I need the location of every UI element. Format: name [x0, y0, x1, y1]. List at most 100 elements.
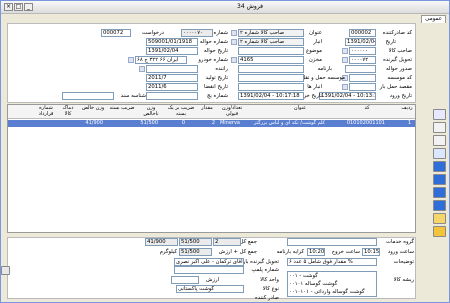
previous-record-icon[interactable] [433, 174, 446, 185]
deliverer-label: صدور حواله [385, 66, 412, 72]
col-header-contract[interactable]: شماره قرارداد [35, 105, 57, 117]
store-field[interactable] [238, 83, 304, 91]
waybill-label: بارنامه [317, 66, 332, 72]
sale-window: × □ _ فروش 34 عمومی کد صادرکننده 000002 … [0, 0, 450, 303]
item-type-field[interactable] [171, 276, 199, 284]
deliverer-field[interactable]: آقای ترکمان - علی اکبر نصری [174, 258, 244, 266]
invoice-label: کرایه بارنامه [276, 249, 304, 255]
desc-field[interactable]: مقدار فوق شامل ۵ عدد ۶ % [287, 258, 377, 266]
cell-count: 2 [211, 120, 215, 126]
col-header-code[interactable]: کد [352, 105, 382, 112]
driver-dropdown-icon[interactable] [139, 66, 145, 72]
company-code-field[interactable] [349, 74, 376, 82]
col-header-count[interactable]: مقدار [198, 105, 216, 112]
warehouse-field[interactable]: صاحب کالا شماره ۲ [238, 38, 304, 46]
tree-item[interactable]: ۰۰۱ - گوشت [289, 272, 375, 280]
col-header-title[interactable]: عنوان [280, 105, 320, 112]
vessel-field[interactable] [174, 266, 244, 274]
header-title-dropdown-icon[interactable] [231, 30, 237, 36]
print-icon[interactable] [433, 213, 446, 224]
title-bar: × □ _ فروش 34 [1, 1, 449, 14]
doc-code-label: کد صادرکننده [382, 30, 412, 36]
col-header-temp[interactable]: دماک کالا [59, 105, 77, 117]
company-field[interactable] [238, 74, 304, 82]
window-title: فروش 34 [237, 3, 263, 10]
dest-field[interactable] [349, 83, 376, 91]
col-header-pack[interactable]: ضریب بسته [109, 105, 135, 112]
col-header-row[interactable]: ردیف [401, 105, 413, 112]
customer-field[interactable]: ۰۰۰۰۰۰ [349, 47, 376, 55]
exp-date-field[interactable]: 2011/6 [146, 83, 198, 91]
services-field[interactable] [287, 238, 377, 246]
waybill-field[interactable] [238, 65, 304, 73]
item-type-prefix: ارزش [205, 277, 219, 283]
total-gross-field: 51/500 [179, 238, 212, 246]
cell-code: 010102001101 [346, 120, 385, 126]
save-icon[interactable] [433, 148, 446, 159]
edit-icon[interactable] [433, 122, 446, 133]
table-row[interactable]: 1 010102001101 کلم گوشت/ تکه ای و لباس ب… [8, 120, 415, 127]
date-field[interactable]: 1391/02/04 [345, 38, 376, 46]
new-icon[interactable] [433, 109, 446, 120]
receiver-label: تحویل گیرنده [383, 57, 412, 63]
shipment-field[interactable] [62, 92, 114, 100]
doc-code-field[interactable]: 000002 [349, 29, 376, 37]
subject-field[interactable] [238, 47, 304, 55]
item-dropdown-icon[interactable] [231, 57, 237, 63]
tab-strip: عمومی [1, 14, 449, 23]
goods-tree[interactable]: ۰۰۱ - گوشت ۰۰۱۰۱ گوشت گوساله ۰۰۱۰۱۰۱ - گ… [287, 271, 377, 297]
dest-dropdown-icon[interactable] [342, 84, 348, 90]
maximize-icon[interactable]: □ [14, 3, 23, 11]
next-record-icon[interactable] [433, 187, 446, 198]
customer-dropdown-icon[interactable] [342, 48, 348, 54]
col-header-gross[interactable]: وزن ناخالص [139, 105, 163, 117]
vessel-label: شماره پلمپ [251, 267, 279, 273]
col-header-unit[interactable]: ضریب بر یک بسته [167, 105, 195, 117]
close-icon[interactable]: × [4, 3, 13, 11]
entry-time-field[interactable]: 10:15 [362, 248, 380, 256]
attach-icon[interactable] [433, 226, 446, 237]
item-label: مخزن [308, 57, 322, 63]
tree-item[interactable]: ۰۰۱۰۱ گوشت گوساله [289, 280, 375, 288]
tab-general[interactable]: عمومی [421, 15, 446, 23]
col-header-net[interactable]: وزن خالص [80, 105, 106, 112]
header-title-field[interactable]: صاحب کالا شماره ۲ [238, 29, 304, 37]
exit-time-label: ساعت خروج [331, 249, 360, 255]
vehicle-dropdown-icon[interactable] [128, 57, 134, 63]
last-record-icon[interactable] [433, 200, 446, 211]
entry-date-field[interactable]: 1391/02/04 - 10:13:15 [319, 92, 376, 100]
vehicle-field[interactable]: ایران ۶۶ ۳۲۲ ج ۶۸ [135, 56, 187, 64]
status-label: صادر کننده [255, 295, 279, 301]
remittance-field[interactable]: 509001/01/1918 [146, 38, 198, 46]
warehouse-dropdown-icon[interactable] [231, 39, 237, 45]
deliverer-label: تحویل گیرنده بار [242, 259, 279, 265]
entry-date-label: تاریخ ورود [389, 93, 412, 99]
col-header-qty[interactable]: تعداد/وزن قبولی [217, 105, 247, 117]
tree-item[interactable]: ۰۰۱۰۱۰۱ - گوشت گوساله وارداتی [289, 288, 375, 296]
cell-qty: Minerva [219, 120, 240, 126]
driver-field[interactable] [146, 65, 198, 73]
request-field[interactable]: 000072 [101, 29, 131, 37]
deliverer-field[interactable] [345, 65, 376, 73]
prod-date-field[interactable]: 2011/7 [146, 74, 198, 82]
goods-field[interactable]: گوشت پاکستانی [176, 285, 244, 293]
company-label: موسسه حمل و نقل [301, 75, 345, 81]
number-field[interactable]: ۰۰۰۰۰۷۰ [181, 29, 213, 37]
minimize-icon[interactable]: _ [24, 3, 33, 11]
cell-title: کلم گوشت/ تکه ای و لباس بزرگتر [253, 120, 325, 126]
items-grid[interactable]: ردیف کد عنوان تعداد/وزن قبولی مقدار ضریب… [7, 104, 416, 233]
exit-time-field[interactable]: 10:20 [307, 248, 325, 256]
item-field[interactable]: 4165 [238, 56, 304, 64]
receiver-field[interactable]: ۰۰۰۰۷۲ [349, 56, 376, 64]
remittance-date-field[interactable]: 1391/02/04 [146, 47, 198, 55]
exit-date-field[interactable]: 1391/02/04 - 10:17:18 [238, 92, 304, 100]
batch-field[interactable] [146, 92, 198, 100]
help-icon[interactable] [1, 266, 10, 275]
header-title-label: عنوان [309, 30, 322, 36]
total-value-field: 51/500 [179, 248, 212, 256]
receiver-dropdown-icon[interactable] [342, 57, 348, 63]
store-label: انبار ها [307, 84, 322, 90]
first-record-icon[interactable] [433, 161, 446, 172]
delete-icon[interactable] [433, 135, 446, 146]
shipment-label: شناسه سند [120, 93, 146, 99]
